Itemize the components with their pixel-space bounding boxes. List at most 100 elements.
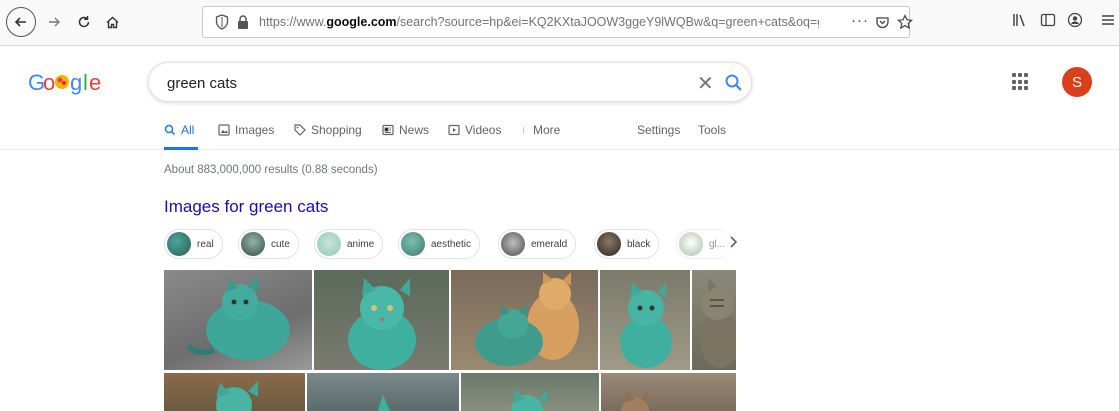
search-icon <box>164 124 176 136</box>
home-button[interactable] <box>98 8 126 36</box>
newspaper-icon <box>382 124 394 136</box>
url-text[interactable]: https://www.google.com/search?source=hp&… <box>259 15 819 29</box>
brown-cat-image <box>621 391 649 411</box>
library-icon[interactable] <box>1012 12 1028 28</box>
chevron-right-icon <box>730 236 738 248</box>
image-result[interactable] <box>164 373 305 411</box>
tab-label: Images <box>235 123 275 137</box>
menu-icon[interactable] <box>1100 12 1116 28</box>
chip-thumbnail <box>597 232 621 256</box>
chip-cute[interactable]: cute <box>238 229 299 259</box>
images-heading[interactable]: Images for green cats <box>164 197 328 217</box>
chip-label: black <box>627 238 651 250</box>
account-icon[interactable] <box>1067 12 1083 28</box>
svg-text:e: e <box>89 70 101 95</box>
chip-glowing[interactable]: gl... <box>676 229 734 259</box>
chip-label: gl... <box>709 238 726 250</box>
tag-icon <box>294 124 306 136</box>
chip-thumbnail <box>501 232 525 256</box>
image-result[interactable] <box>600 270 690 370</box>
settings-link[interactable]: Settings <box>637 123 680 137</box>
tab-label: News <box>399 123 430 137</box>
active-tab-indicator <box>164 147 198 150</box>
tab-videos[interactable]: Videos <box>448 123 501 137</box>
tab-label: Shopping <box>311 123 362 137</box>
svg-text:o: o <box>43 70 55 95</box>
reload-button[interactable] <box>70 8 98 36</box>
chips-next-button[interactable] <box>728 235 738 252</box>
svg-text:l: l <box>83 70 87 95</box>
image-result[interactable] <box>601 373 736 411</box>
pocket-icon[interactable] <box>875 15 890 30</box>
chip-aesthetic[interactable]: aesthetic <box>398 229 481 259</box>
bookmark-star-icon[interactable] <box>897 14 913 30</box>
chip-label: cute <box>271 238 290 250</box>
tab-label: All <box>181 123 195 137</box>
green-and-orange-cats-image <box>475 272 579 366</box>
google-doodle-logo: G o g l e <box>28 70 102 95</box>
chip-label: aesthetic <box>431 238 472 250</box>
arrow-left-icon <box>14 17 26 27</box>
chip-thumbnail <box>241 232 265 256</box>
page-actions-button[interactable]: ··· <box>851 12 869 29</box>
green-cat-image <box>511 389 547 411</box>
chip-emerald[interactable]: emerald <box>498 229 577 259</box>
play-icon <box>448 124 460 136</box>
image-result[interactable] <box>307 373 459 411</box>
image-results-grid <box>164 270 736 411</box>
svg-text:g: g <box>70 70 82 95</box>
green-cat-image <box>620 282 672 368</box>
chip-label: real <box>197 238 214 250</box>
green-cat-image <box>348 278 416 370</box>
tab-images[interactable]: Images <box>218 123 274 137</box>
search-input[interactable] <box>167 72 667 94</box>
more-vert-icon <box>523 127 524 133</box>
account-avatar[interactable]: S <box>1062 67 1092 97</box>
tab-all[interactable]: All <box>164 123 194 137</box>
sidebar-icon[interactable] <box>1040 12 1056 28</box>
image-result[interactable] <box>461 373 599 411</box>
tab-label: Videos <box>465 123 502 137</box>
google-apps-button[interactable] <box>1012 73 1030 91</box>
tabby-cat-image <box>700 278 736 368</box>
image-result[interactable] <box>692 270 736 370</box>
back-button[interactable] <box>6 7 36 37</box>
chip-thumbnail <box>679 232 703 256</box>
search-icon[interactable] <box>723 72 745 94</box>
address-bar[interactable]: https://www.google.com/search?source=hp&… <box>202 6 913 38</box>
chip-label: anime <box>347 238 375 250</box>
url-rest: /search?source=hp&ei=KQ2KXtaJOOW3ggeY9lW… <box>396 15 819 29</box>
tracking-shield-icon[interactable] <box>215 14 229 30</box>
arrow-right-icon <box>49 17 60 27</box>
result-stats: About 883,000,000 results (0.88 seconds) <box>164 164 378 176</box>
chip-real[interactable]: real <box>164 229 223 259</box>
chip-anime[interactable]: anime <box>314 229 384 259</box>
search-box[interactable]: ✕ <box>148 62 752 102</box>
green-cat-image <box>185 276 290 360</box>
clear-search-button[interactable]: ✕ <box>697 71 714 96</box>
chip-thumbnail <box>167 232 191 256</box>
image-result[interactable] <box>314 270 449 370</box>
url-prefix: https://www. <box>259 15 327 29</box>
image-result[interactable] <box>451 270 598 370</box>
tab-news[interactable]: News <box>382 123 429 137</box>
tab-shopping[interactable]: Shopping <box>294 123 362 137</box>
chip-thumbnail <box>317 232 341 256</box>
chip-thumbnail <box>401 232 425 256</box>
green-cat-image <box>216 381 258 411</box>
url-host: google.com <box>326 15 397 29</box>
tab-label: More <box>533 123 561 137</box>
google-logo[interactable]: G o g l e <box>28 68 108 105</box>
forward-button[interactable] <box>40 8 68 36</box>
image-result[interactable] <box>164 270 312 370</box>
search-tabs: All Images Shopping News Videos More Set… <box>0 112 1119 150</box>
chip-label: emerald <box>531 238 568 250</box>
image-icon <box>218 124 230 136</box>
browser-toolbar: https://www.google.com/search?source=hp&… <box>0 0 1119 46</box>
chip-black[interactable]: black <box>594 229 660 259</box>
tools-link[interactable]: Tools <box>698 123 726 137</box>
home-icon <box>106 16 118 28</box>
lock-icon[interactable] <box>237 15 249 29</box>
reload-icon <box>78 16 90 28</box>
tab-more[interactable]: More <box>522 123 560 137</box>
